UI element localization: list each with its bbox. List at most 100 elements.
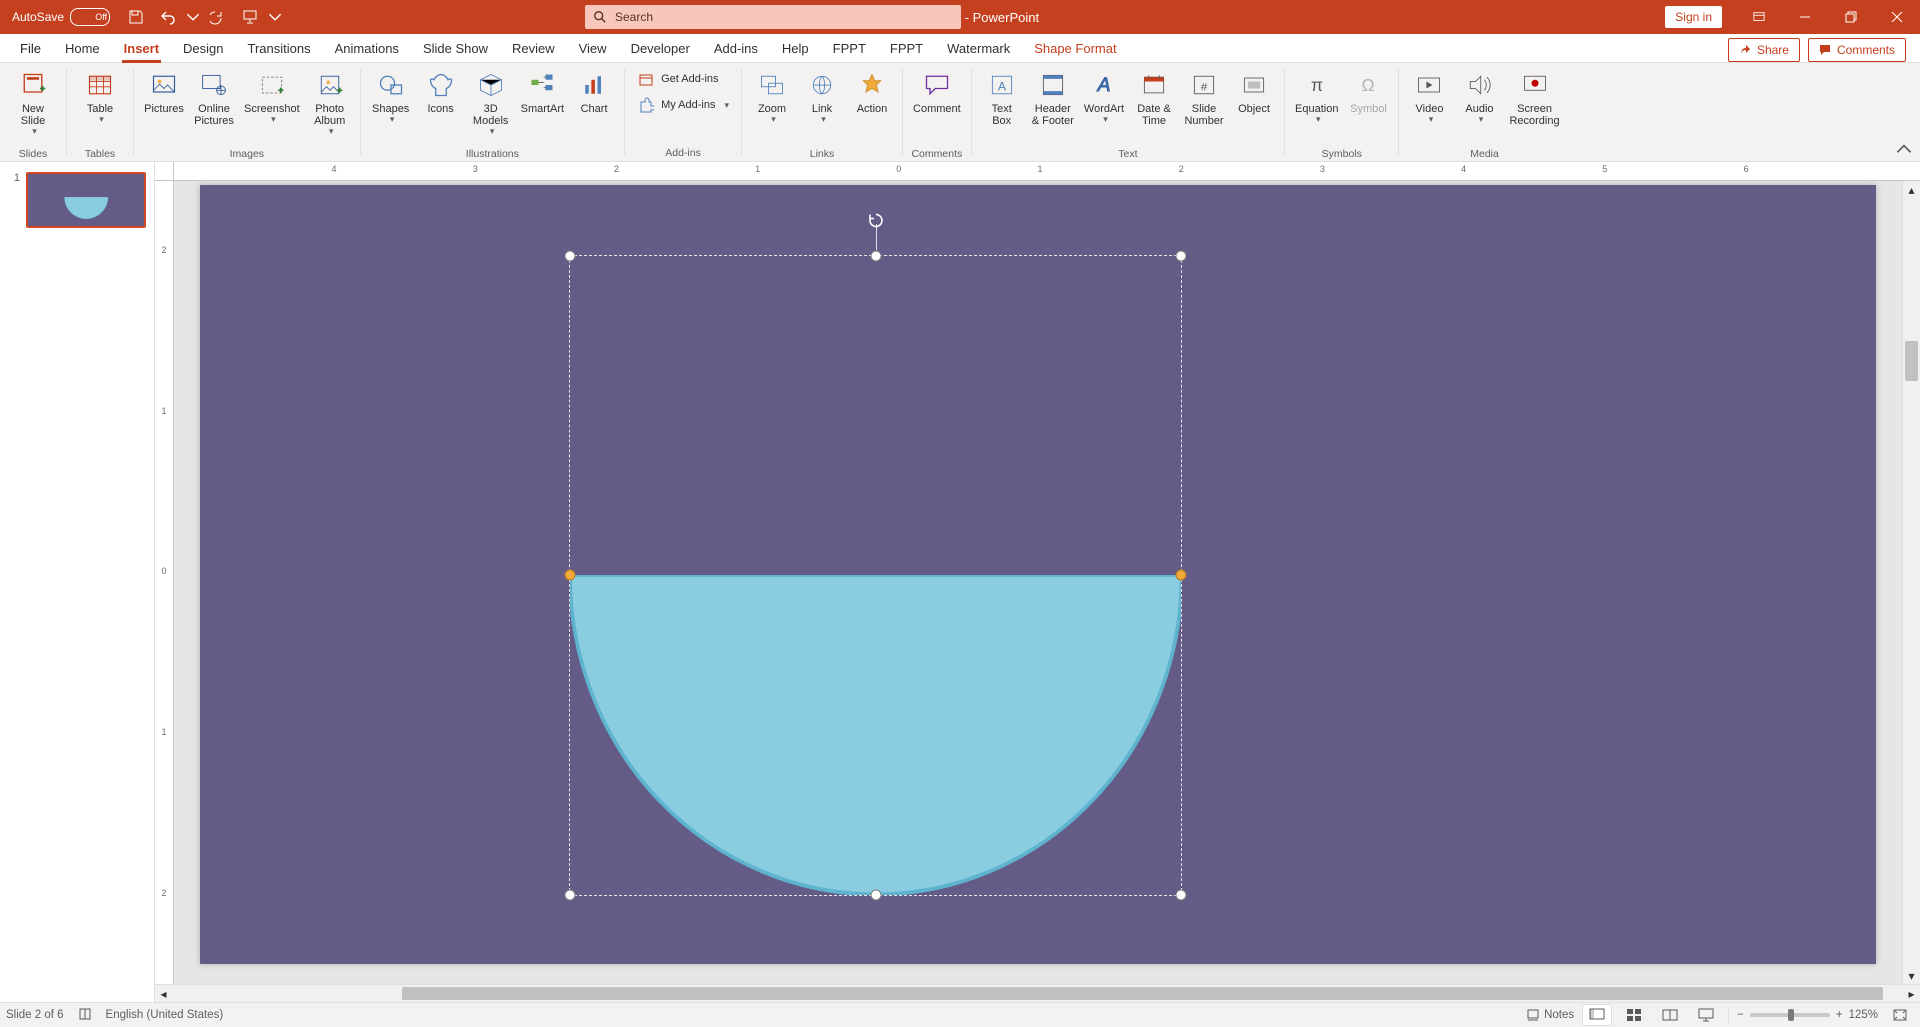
shapes-button[interactable]: Shapes ▾ xyxy=(367,67,415,147)
scroll-down-button[interactable]: ▾ xyxy=(1903,967,1920,984)
tab-fppt-1[interactable]: FPPT xyxy=(821,34,878,62)
status-slide-info[interactable]: Slide 2 of 6 xyxy=(6,1009,64,1021)
resize-handle-sw[interactable] xyxy=(564,889,575,900)
audio-button[interactable]: Audio ▾ xyxy=(1455,67,1503,147)
undo-button[interactable] xyxy=(154,3,182,31)
view-sorter-button[interactable] xyxy=(1620,1005,1648,1025)
share-button[interactable]: Share xyxy=(1728,38,1800,62)
pictures-button[interactable]: Pictures xyxy=(140,67,188,147)
vertical-ruler[interactable]: 2 1 0 1 2 xyxy=(155,181,174,984)
thumbnails-pane[interactable]: 1 xyxy=(0,162,155,1002)
zoom-slider-knob[interactable] xyxy=(1788,1009,1794,1021)
icons-button[interactable]: Icons xyxy=(417,67,465,147)
save-button[interactable] xyxy=(122,3,150,31)
resize-handle-ne[interactable] xyxy=(1176,251,1187,262)
tab-review[interactable]: Review xyxy=(500,34,567,62)
hscroll-track[interactable] xyxy=(172,985,1903,1002)
action-button[interactable]: Action xyxy=(848,67,896,147)
tab-fppt-2[interactable]: FPPT xyxy=(878,34,935,62)
slide[interactable] xyxy=(200,185,1876,964)
tab-help[interactable]: Help xyxy=(770,34,821,62)
resize-handle-n[interactable] xyxy=(870,251,881,262)
tab-file[interactable]: File xyxy=(8,34,53,62)
thumbnail-item[interactable]: 1 xyxy=(8,172,146,228)
adjust-handle-w[interactable] xyxy=(564,570,575,581)
zoom-level[interactable]: 125% xyxy=(1849,1009,1878,1021)
search-box[interactable]: Search xyxy=(585,5,961,29)
horizontal-scrollbar[interactable]: ◂ ▸ xyxy=(155,984,1920,1002)
view-reading-button[interactable] xyxy=(1656,1005,1684,1025)
tab-addins[interactable]: Add-ins xyxy=(702,34,770,62)
resize-handle-nw[interactable] xyxy=(564,251,575,262)
undo-more-button[interactable] xyxy=(186,3,200,31)
textbox-button[interactable]: A Text Box xyxy=(978,67,1026,147)
signin-button[interactable]: Sign in xyxy=(1665,6,1722,28)
link-button[interactable]: Link ▾ xyxy=(798,67,846,147)
canvas[interactable] xyxy=(174,181,1902,984)
slidenumber-button[interactable]: # Slide Number xyxy=(1180,67,1228,147)
chart-button[interactable]: Chart xyxy=(570,67,618,147)
zoom-out-button[interactable]: − xyxy=(1737,1009,1744,1021)
tab-transitions[interactable]: Transitions xyxy=(236,34,323,62)
status-language[interactable]: English (United States) xyxy=(106,1009,224,1021)
tab-insert[interactable]: Insert xyxy=(112,34,171,62)
close-button[interactable] xyxy=(1874,0,1920,34)
shape-half-circle[interactable] xyxy=(570,575,1182,894)
new-slide-button[interactable]: New Slide ▾ xyxy=(6,67,60,147)
zoom-button[interactable]: Zoom ▾ xyxy=(748,67,796,147)
zoom-in-button[interactable]: + xyxy=(1836,1009,1843,1021)
screen-recording-button[interactable]: Screen Recording xyxy=(1505,67,1563,147)
comment-button[interactable]: Comment xyxy=(909,67,965,147)
zoom-slider[interactable] xyxy=(1750,1013,1830,1017)
tab-shape-format[interactable]: Shape Format xyxy=(1022,34,1128,62)
datetime-button[interactable]: Date & Time xyxy=(1130,67,1178,147)
rotate-handle[interactable] xyxy=(867,212,885,233)
object-button[interactable]: Object xyxy=(1230,67,1278,147)
scroll-up-button[interactable]: ▴ xyxy=(1903,181,1920,198)
slideshow-from-start-button[interactable] xyxy=(236,3,264,31)
redo-button[interactable] xyxy=(204,3,232,31)
minimize-button[interactable] xyxy=(1782,0,1828,34)
scroll-right-button[interactable]: ▸ xyxy=(1903,985,1920,1002)
tab-design[interactable]: Design xyxy=(171,34,235,62)
tab-slideshow[interactable]: Slide Show xyxy=(411,34,500,62)
screenshot-button[interactable]: Screenshot ▾ xyxy=(240,67,304,147)
selection-box[interactable] xyxy=(569,255,1183,896)
ribbon-display-options-button[interactable] xyxy=(1736,0,1782,34)
online-pictures-button[interactable]: Online Pictures xyxy=(190,67,238,147)
video-button[interactable]: Video ▾ xyxy=(1405,67,1453,147)
equation-button[interactable]: π Equation ▾ xyxy=(1291,67,1342,147)
thumbnail-preview[interactable] xyxy=(26,172,146,228)
header-footer-button[interactable]: Header & Footer xyxy=(1028,67,1078,147)
smartart-button[interactable]: SmartArt xyxy=(517,67,568,147)
table-button[interactable]: Table ▾ xyxy=(73,67,127,147)
tab-developer[interactable]: Developer xyxy=(619,34,702,62)
3d-models-button[interactable]: 3D Models ▾ xyxy=(467,67,515,147)
resize-handle-s[interactable] xyxy=(870,889,881,900)
tab-view[interactable]: View xyxy=(567,34,619,62)
my-addins-button[interactable]: My Add-ins ▾ xyxy=(631,93,735,117)
get-addins-button[interactable]: Get Add-ins xyxy=(631,67,735,91)
collapse-ribbon-button[interactable] xyxy=(1894,141,1914,157)
scroll-thumb[interactable] xyxy=(1905,341,1918,381)
maximize-button[interactable] xyxy=(1828,0,1874,34)
qat-customize-button[interactable] xyxy=(268,3,282,31)
photo-album-button[interactable]: Photo Album ▾ xyxy=(306,67,354,147)
scroll-left-button[interactable]: ◂ xyxy=(155,985,172,1002)
wordart-button[interactable]: A WordArt ▾ xyxy=(1080,67,1128,147)
horizontal-ruler[interactable]: 4 3 2 1 0 1 2 3 4 5 6 xyxy=(155,162,1920,181)
fit-to-window-button[interactable] xyxy=(1886,1005,1914,1025)
tab-home[interactable]: Home xyxy=(53,34,112,62)
vertical-scrollbar[interactable]: ▴ ▾ xyxy=(1902,181,1920,984)
autosave-toggle[interactable]: AutoSave Off xyxy=(4,5,118,29)
comments-button[interactable]: Comments xyxy=(1808,38,1906,62)
tab-watermark[interactable]: Watermark xyxy=(935,34,1022,62)
accessibility-icon[interactable] xyxy=(78,1007,92,1024)
view-normal-button[interactable] xyxy=(1582,1004,1612,1026)
resize-handle-se[interactable] xyxy=(1176,889,1187,900)
tab-animations[interactable]: Animations xyxy=(323,34,411,62)
hscroll-thumb[interactable] xyxy=(402,987,1883,1000)
notes-button[interactable]: Notes xyxy=(1526,1008,1574,1022)
view-slideshow-button[interactable] xyxy=(1692,1005,1720,1025)
adjust-handle-e[interactable] xyxy=(1176,570,1187,581)
